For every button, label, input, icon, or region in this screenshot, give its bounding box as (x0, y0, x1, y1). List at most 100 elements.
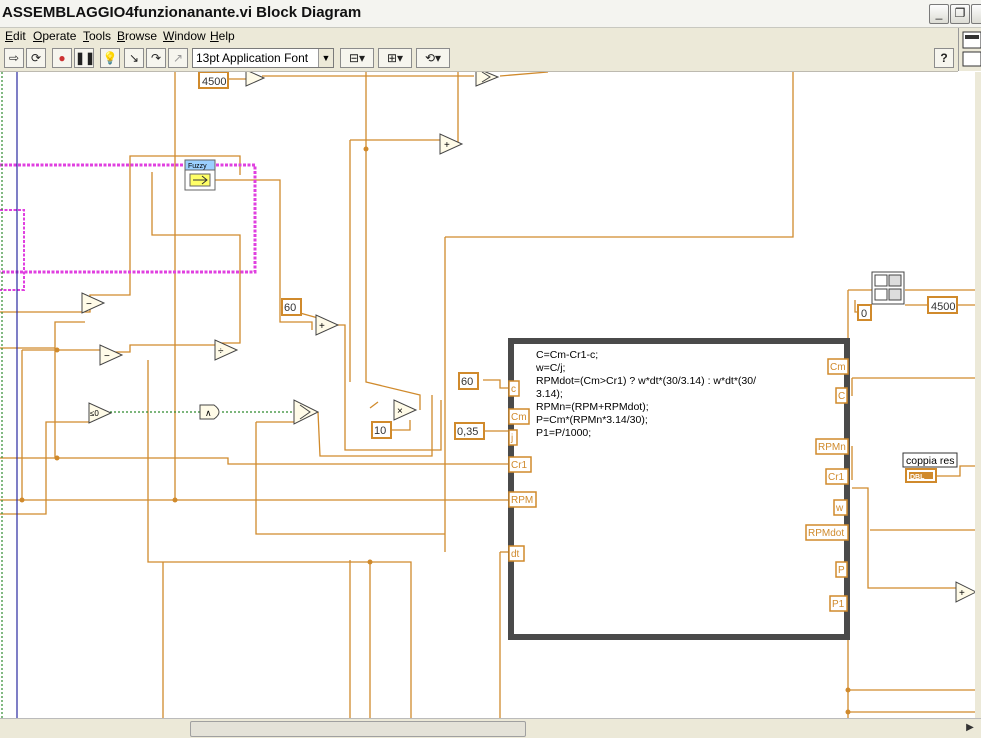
run-arrow-icon[interactable]: ⇨ (4, 48, 24, 68)
and-node[interactable]: ∧ (199, 404, 220, 420)
formula-node[interactable]: C=Cm-Cr1-c; w=C/j; RPMdot=(Cm>Cr1) ? w*d… (508, 338, 850, 640)
run-continuously-icon[interactable]: ⟳ (26, 48, 46, 68)
add-node-2[interactable]: + (439, 133, 464, 155)
formula-input-c-label: c (511, 384, 516, 395)
align-objects-icon[interactable]: ⊟▾ (340, 48, 374, 68)
formula-output-rpmn-label: RPMn (818, 442, 846, 453)
indicator-coppia-res[interactable]: coppia res DBL (902, 452, 958, 483)
font-selector-value: 13pt Application Font (196, 51, 309, 65)
restore-button[interactable]: ❐ (950, 4, 970, 24)
close-button[interactable] (971, 4, 981, 24)
constant-0[interactable]: 0 (857, 304, 872, 321)
formula-line-2: w=C/j; (535, 362, 565, 374)
menu-tools[interactable]: Tools (83, 29, 111, 43)
constant-4500-right[interactable]: 4500 (927, 296, 958, 314)
constant-60-mid-value: 60 (284, 302, 296, 314)
formula-line-7: P1=P/1000; (536, 427, 591, 439)
font-selector[interactable]: 13pt Application Font ▼ (192, 48, 334, 68)
formula-line-5: RPMn=(RPM+RPMdot); (536, 401, 649, 413)
formula-input-cr1[interactable]: Cr1 (508, 456, 532, 473)
title-bar: ASSEMBLAGGIO4funzionanante.vi Block Diag… (0, 0, 981, 28)
pink-cluster-wire (0, 163, 257, 274)
menu-browse[interactable]: Browse (117, 29, 157, 43)
formula-line-4: 3.14); (536, 388, 563, 400)
formula-input-rpm[interactable]: RPM (508, 491, 537, 508)
step-into-icon[interactable]: ↘ (124, 48, 144, 68)
constant-60-formula-value: 60 (461, 376, 473, 388)
distribute-objects-icon[interactable]: ⊞▾ (378, 48, 412, 68)
select-node-mid[interactable] (293, 399, 320, 425)
subtract-node-1[interactable]: − (81, 292, 106, 314)
formula-line-3: RPMdot=(Cm>Cr1) ? w*dt*(30/3.14) : w*dt*… (536, 375, 756, 387)
pause-icon[interactable]: ❚❚ (74, 48, 95, 68)
compare-node-top[interactable] (245, 72, 266, 87)
highlight-execution-icon[interactable]: 💡 (100, 48, 120, 68)
formula-input-dt[interactable]: dt (508, 545, 525, 562)
formula-output-p1-label: P1 (832, 599, 845, 610)
multiply-node-symbol: × (397, 406, 403, 417)
formula-output-rpmn[interactable]: RPMn (815, 438, 849, 455)
compare-zero-node[interactable]: ≤0 (88, 402, 113, 424)
menu-help[interactable]: Help (210, 29, 235, 43)
vi-icon (962, 31, 981, 67)
constant-4500-right-value: 4500 (931, 301, 955, 313)
formula-output-p[interactable]: P (835, 561, 848, 578)
formula-output-p-label: P (838, 565, 845, 576)
vi-icon-panel (958, 28, 981, 71)
help-icon[interactable]: ? (934, 48, 954, 68)
constant-4500-left[interactable]: 4500 (198, 72, 229, 89)
formula-output-cm[interactable]: Cm (827, 358, 849, 375)
block-diagram-canvas[interactable]: 4500 60 60 0,35 10 0 4500 − − ÷ + + × ≤0… (0, 72, 975, 718)
toolbar: ⇨ ⟳ ● ❚❚ 💡 ↘ ↷ ↗ 13pt Application Font ▼… (0, 45, 958, 72)
formula-input-c[interactable]: c (508, 380, 520, 397)
fuzzy-subvi[interactable]: Fuzzy (184, 159, 216, 191)
fuzzy-label: Fuzzy (188, 163, 207, 170)
formula-output-cr1[interactable]: Cr1 (825, 468, 849, 485)
indicator-coppia-res-label: coppia res (906, 455, 954, 467)
subtract-node-2-symbol: − (104, 351, 110, 362)
formula-output-cr1-label: Cr1 (828, 472, 845, 483)
horizontal-scrollbar[interactable]: ▶ (0, 718, 981, 738)
step-out-icon[interactable]: ↗ (168, 48, 188, 68)
menu-operate[interactable]: Operate (33, 29, 76, 43)
divide-node-symbol: ÷ (218, 346, 224, 357)
scroll-right-arrow-icon[interactable]: ▶ (963, 721, 977, 735)
constant-10-value: 10 (374, 425, 386, 437)
constant-0-value: 0 (861, 308, 867, 320)
constant-0-35[interactable]: 0,35 (454, 422, 485, 440)
formula-input-cr1-label: Cr1 (511, 460, 528, 471)
build-array-node[interactable] (871, 271, 905, 305)
menu-window[interactable]: Window (163, 29, 206, 43)
formula-input-dt-label: dt (511, 549, 520, 560)
horizontal-scroll-thumb[interactable] (190, 721, 526, 737)
add-node-3[interactable]: + (955, 581, 975, 603)
formula-input-j-label: j (510, 433, 513, 444)
constant-60-formula[interactable]: 60 (458, 372, 479, 390)
constant-60-mid[interactable]: 60 (281, 298, 302, 316)
add-node-2-symbol: + (444, 140, 450, 151)
add-node-1[interactable]: + (315, 314, 340, 336)
constant-10[interactable]: 10 (371, 421, 392, 439)
vertical-scrollbar[interactable] (975, 72, 981, 718)
constant-0-35-value: 0,35 (457, 426, 478, 438)
formula-output-c[interactable]: C (835, 387, 848, 404)
formula-output-p1[interactable]: P1 (829, 595, 848, 612)
chevron-down-icon: ▼ (318, 49, 333, 67)
select-node-top[interactable] (475, 72, 500, 87)
minimize-button[interactable]: _ (929, 4, 949, 24)
menu-edit[interactable]: Edit (5, 29, 26, 43)
formula-input-cm[interactable]: Cm (508, 408, 530, 425)
formula-output-rpmdot[interactable]: RPMdot (805, 524, 849, 541)
compare-zero-node-symbol: ≤0 (90, 409, 99, 418)
formula-output-w-label: w (835, 503, 844, 514)
multiply-node[interactable]: × (393, 399, 418, 421)
subtract-node-2[interactable]: − (99, 344, 124, 366)
formula-output-w[interactable]: w (833, 499, 848, 516)
add-node-3-symbol: + (959, 588, 965, 599)
step-over-icon[interactable]: ↷ (146, 48, 166, 68)
abort-icon[interactable]: ● (52, 48, 72, 68)
reorder-icon[interactable]: ⟲▾ (416, 48, 450, 68)
formula-input-j[interactable]: j (508, 429, 518, 446)
add-node-1-symbol: + (319, 321, 325, 332)
formula-output-cm-label: Cm (830, 362, 846, 373)
